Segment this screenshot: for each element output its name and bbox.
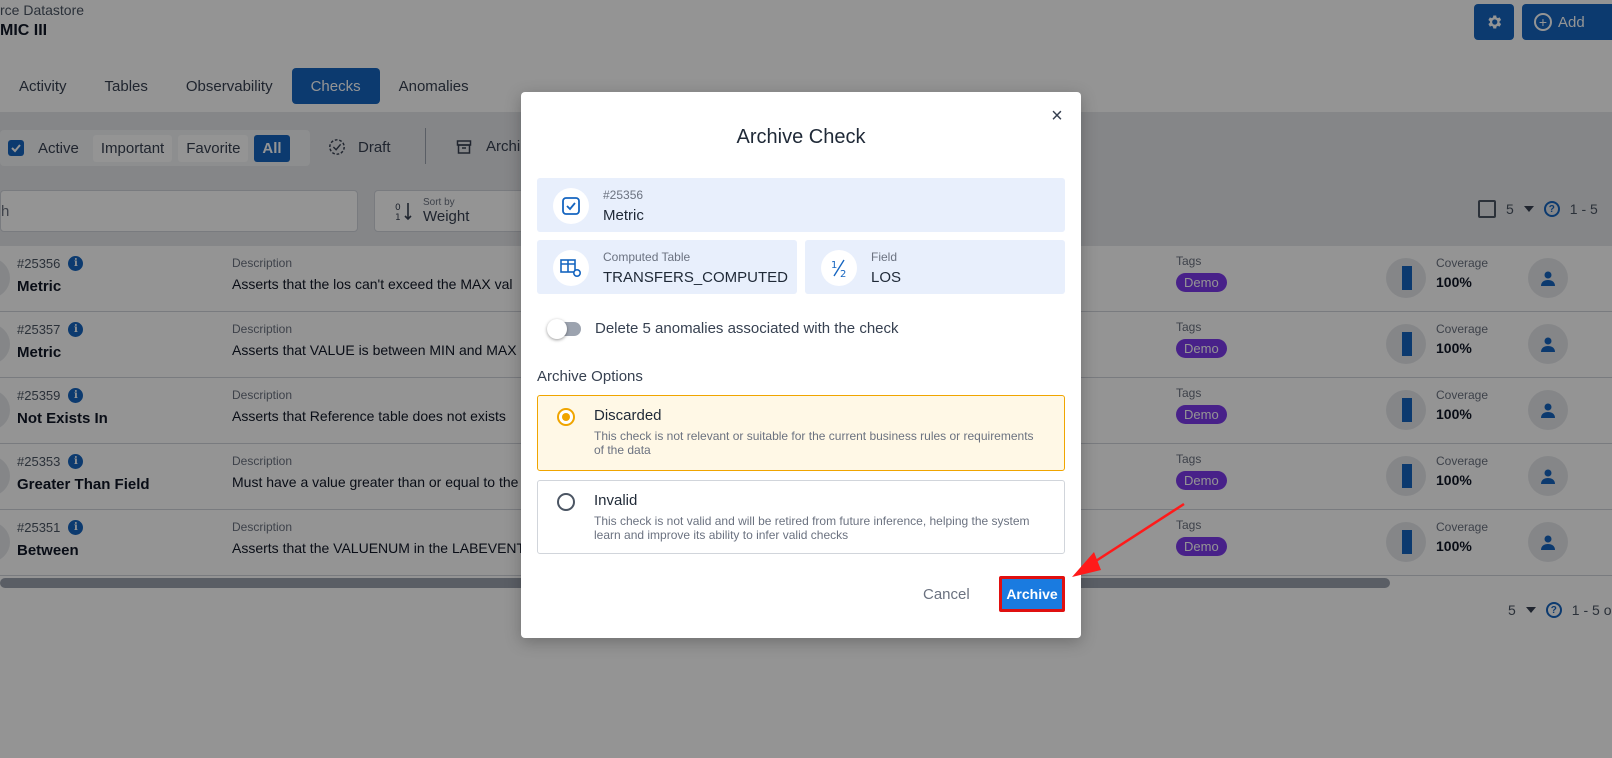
option-name: Discarded bbox=[594, 407, 662, 424]
archive-button[interactable]: Archive bbox=[999, 576, 1065, 612]
option-invalid[interactable]: Invalid This check is not valid and will… bbox=[537, 480, 1065, 554]
computed-table-label: Computed Table bbox=[603, 250, 691, 264]
svg-text:2: 2 bbox=[840, 269, 846, 278]
check-icon bbox=[553, 188, 589, 224]
field-card: 12 Field LOS bbox=[805, 240, 1065, 294]
discarded-radio[interactable] bbox=[557, 408, 575, 426]
cancel-button[interactable]: Cancel bbox=[917, 580, 976, 609]
delete-anomalies-label: Delete 5 anomalies associated with the c… bbox=[595, 320, 899, 337]
computed-table-value: TRANSFERS_COMPUTED bbox=[603, 269, 789, 286]
delete-anomalies-toggle[interactable] bbox=[547, 318, 581, 339]
archive-options-title: Archive Options bbox=[537, 368, 643, 385]
svg-text:1: 1 bbox=[831, 260, 837, 271]
archive-check-dialog: × Archive Check #25356 Metric Computed T… bbox=[521, 92, 1081, 638]
option-name: Invalid bbox=[594, 492, 638, 509]
table-settings-icon bbox=[553, 250, 589, 286]
check-id: #25356 bbox=[603, 188, 644, 202]
field-value: LOS bbox=[871, 269, 902, 286]
close-icon[interactable]: × bbox=[1047, 105, 1067, 127]
invalid-radio[interactable] bbox=[557, 493, 575, 511]
fraction-icon: 12 bbox=[821, 250, 857, 286]
delete-anomalies-row: Delete 5 anomalies associated with the c… bbox=[547, 318, 899, 339]
computed-table-card: Computed Table TRANSFERS_COMPUTED bbox=[537, 240, 797, 294]
option-description: This check is not relevant or suitable f… bbox=[594, 429, 1034, 457]
option-description: This check is not valid and will be reti… bbox=[594, 514, 1030, 542]
check-summary-card: #25356 Metric bbox=[537, 178, 1065, 232]
check-type: Metric bbox=[603, 207, 644, 224]
field-label: Field bbox=[871, 250, 898, 264]
dialog-title: Archive Check bbox=[736, 126, 866, 148]
option-discarded[interactable]: Discarded This check is not relevant or … bbox=[537, 395, 1065, 471]
